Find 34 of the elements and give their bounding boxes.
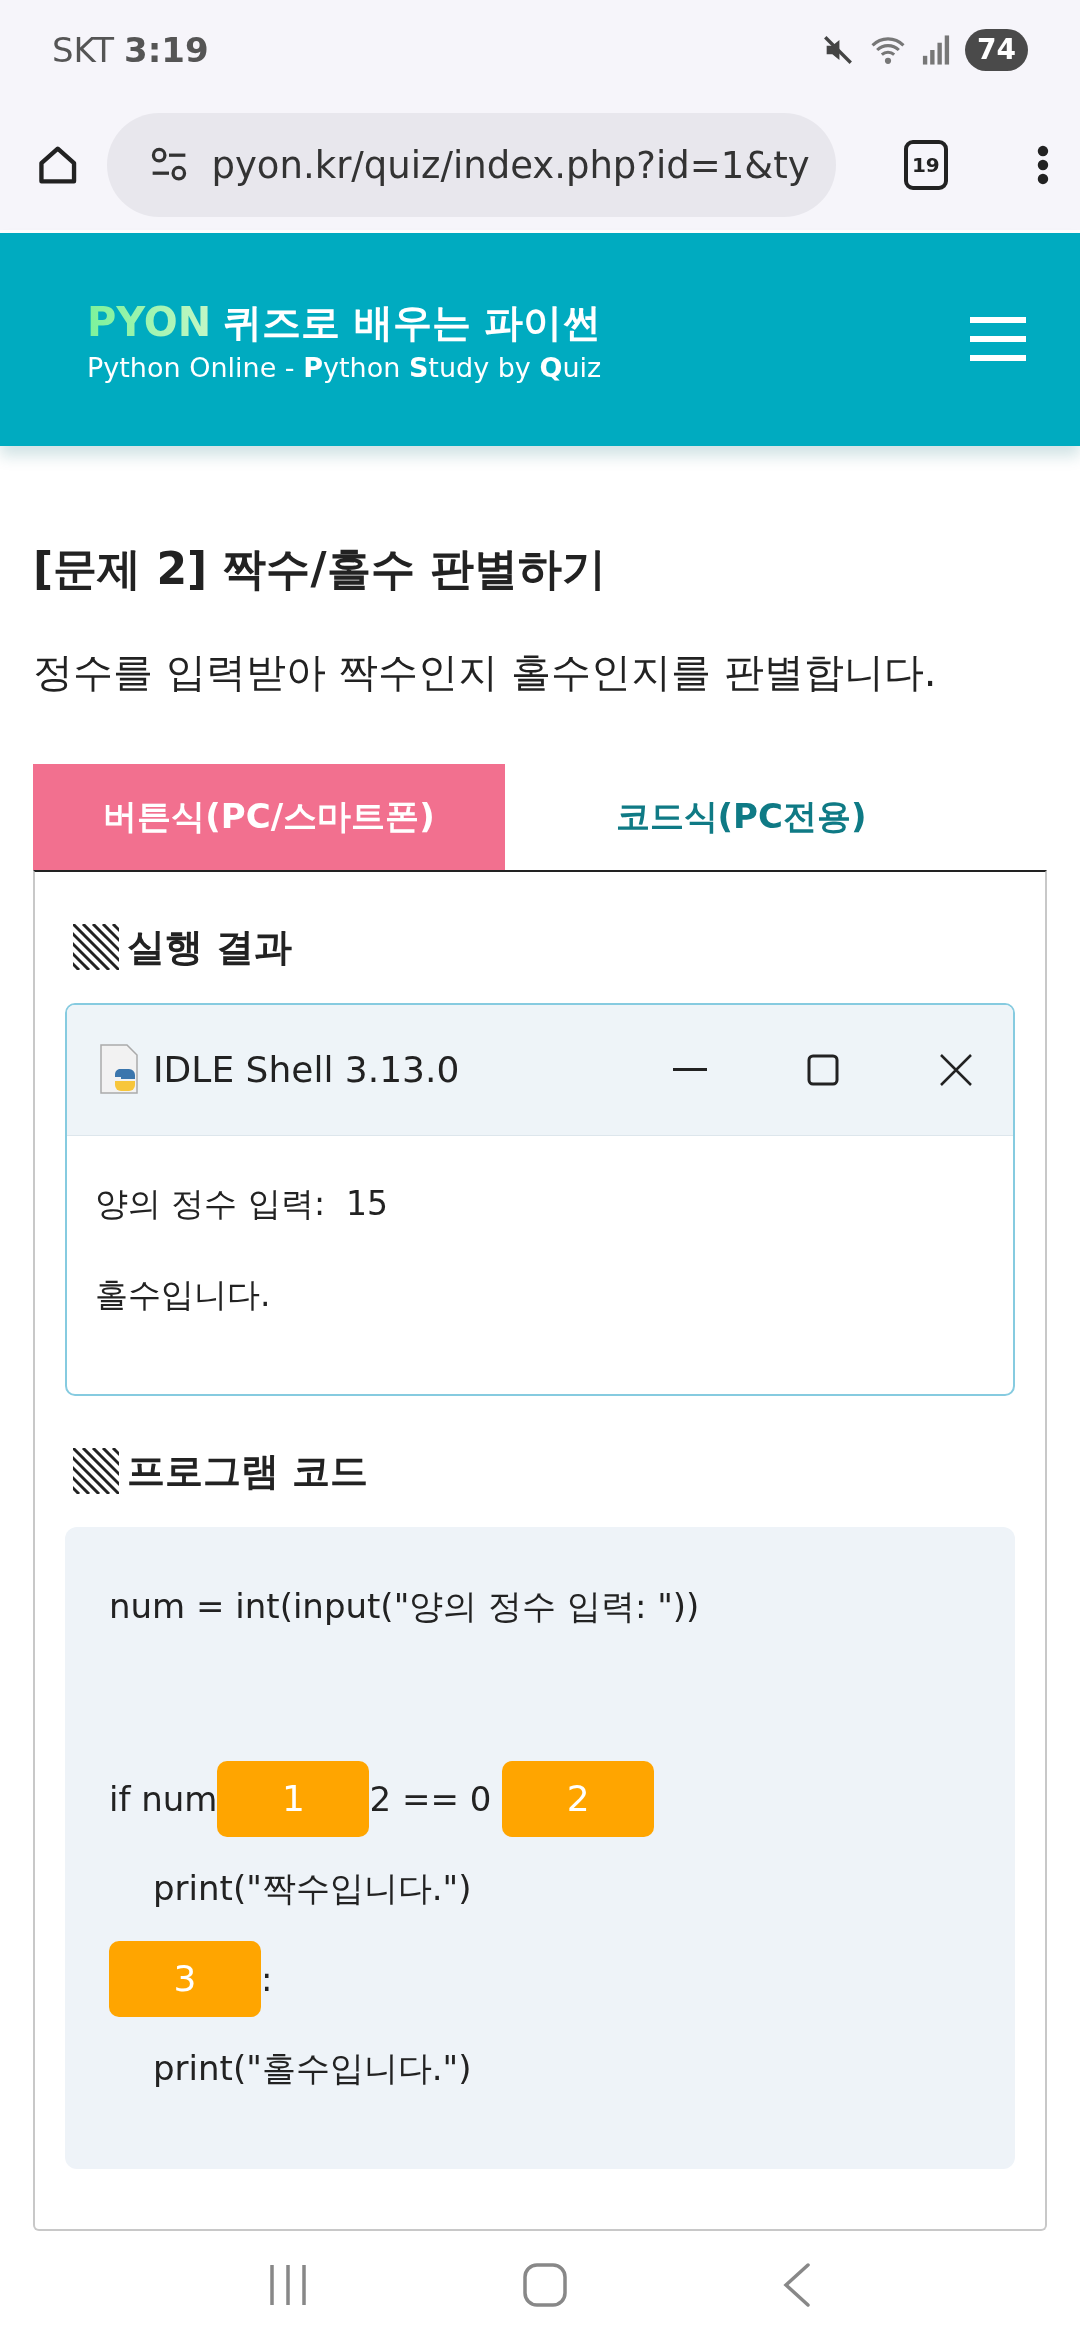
signal-icon (921, 34, 952, 66)
hatch-icon (73, 1448, 119, 1495)
code-text: print("짝수입니다.") (153, 1866, 472, 1910)
code-text: print("홀수입니다.") (153, 2046, 472, 2090)
quiz-title: [문제 2] 짝수/홀수 판별하기 (33, 541, 607, 596)
window-title: IDLE Shell 3.13.0 (153, 1049, 461, 1091)
site-tagline: 퀴즈로 배우는 파이썬 (223, 298, 602, 347)
address-bar[interactable]: pyon.kr/quiz/index.php?id=1&ty (107, 113, 836, 217)
answer-blank[interactable]: 1 (217, 1760, 370, 1837)
menu-icon[interactable] (970, 315, 1026, 364)
quiz-description: 정수를 입력받아 짝수인지 홀수인지를 판별합니다. (33, 647, 938, 697)
carrier-label: SKT (52, 30, 114, 70)
answer-blank[interactable]: 3 (109, 1940, 261, 2017)
code-text: : (261, 1958, 273, 1999)
hatch-icon (73, 924, 119, 971)
answer-blank[interactable]: 2 (502, 1760, 655, 1837)
code-text: 2 == 0 (369, 1778, 493, 1819)
code-text: num = int(input("양의 정수 입력: ")) (109, 1584, 700, 1628)
shell-output-line: 양의 정수 입력: 15 (95, 1182, 390, 1225)
section-heading: 실행 결과 (127, 923, 293, 971)
section-heading: 프로그램 코드 (127, 1447, 369, 1495)
mode-tab[interactable]: 버튼식(PC/스마트폰) (33, 763, 505, 870)
home-nav-icon[interactable] (523, 2263, 567, 2308)
code-text: if num (109, 1778, 218, 1819)
back-icon[interactable] (782, 2263, 813, 2308)
site-subtitle: Python Online - Python Study by Quiz (87, 351, 602, 383)
recent-apps-icon[interactable] (267, 2263, 308, 2308)
tab-count-button[interactable]: 19 (903, 140, 949, 190)
clock: 3:19 (124, 30, 209, 70)
close-icon[interactable] (939, 1052, 973, 1087)
maximize-icon[interactable] (807, 1053, 839, 1086)
battery-level: 74 (965, 29, 1028, 71)
minimize-icon[interactable] (673, 1067, 707, 1072)
shell-output-line: 홀수입니다. (95, 1273, 272, 1316)
